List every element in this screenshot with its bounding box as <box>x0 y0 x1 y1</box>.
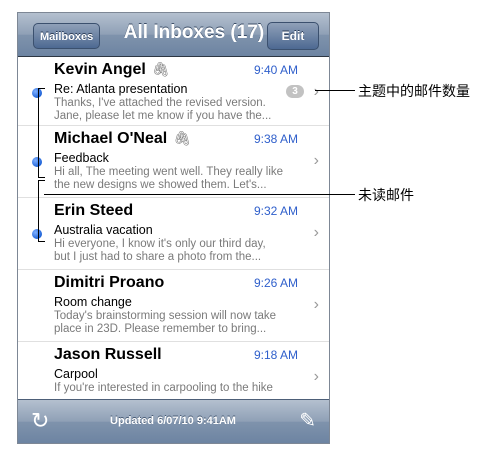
thread-count-annotation: 主题中的邮件数量 <box>358 83 470 99</box>
message-preview: Hi everyone, I know it's only our third … <box>54 238 266 263</box>
chevron-right-icon: › <box>313 224 319 241</box>
message-time: 9:32 AM <box>253 204 298 218</box>
message-preview: Thanks, I've attached the revised versio… <box>54 97 272 122</box>
back-button-label: Mailboxes <box>40 31 94 43</box>
message-row[interactable]: Michael O'Neal 🖇 9:38 AM Feedback Hi all,… <box>18 126 329 198</box>
message-subject: Australia vacation <box>54 223 153 237</box>
message-subject: Room change <box>54 295 132 309</box>
chevron-right-icon: › <box>313 296 319 313</box>
message-subject: Re: Atlanta presentation <box>54 82 188 96</box>
message-row[interactable]: Dimitri Proano 9:26 AM Room change Today… <box>18 270 329 342</box>
message-time: 9:40 AM <box>253 63 298 77</box>
chevron-right-icon: › <box>313 368 319 385</box>
unread-bracket-bottom <box>38 180 45 242</box>
sender-name: Jason Russell <box>54 346 162 363</box>
message-preview: Hi all, The meeting went well. They real… <box>54 166 284 191</box>
message-time: 9:26 AM <box>253 276 298 290</box>
sender-name: Dimitri Proano <box>54 274 165 291</box>
paperclip-icon: 🖇 <box>151 61 170 77</box>
unread-bracket-top <box>38 88 45 178</box>
sender-name: Erin Steed <box>54 202 134 219</box>
bottom-toolbar: ↻ Updated 6/07/10 9:41AM ✎ <box>18 399 329 443</box>
refresh-icon[interactable]: ↻ <box>31 410 49 432</box>
mail-screen: Mailboxes All Inboxes (17) Edit Kevin An… <box>17 12 330 444</box>
page-title: All Inboxes (17) <box>123 22 265 43</box>
chevron-right-icon: › <box>313 83 319 100</box>
message-preview: Today's brainstorming session will now t… <box>54 310 277 335</box>
navigation-bar: Mailboxes All Inboxes (17) Edit <box>18 13 329 57</box>
edit-button[interactable]: Edit <box>267 22 319 50</box>
thread-count-badge: 3 <box>286 85 304 98</box>
message-row[interactable]: Kevin Angel 🖇 9:40 AM Re: Atlanta present… <box>18 57 329 126</box>
updated-status: Updated 6/07/10 9:41AM <box>110 415 236 427</box>
message-row[interactable]: Erin Steed 9:32 AM Australia vacation Hi… <box>18 198 329 270</box>
chevron-right-icon: › <box>313 152 319 169</box>
mailboxes-back-button[interactable]: Mailboxes <box>33 23 101 49</box>
sender-name: Michael O'Neal 🖇 <box>54 130 191 147</box>
compose-icon[interactable]: ✎ <box>299 410 316 432</box>
sender-name: Kevin Angel 🖇 <box>54 61 170 78</box>
message-time: 9:38 AM <box>253 132 298 146</box>
thread-count-callout-line <box>315 90 355 91</box>
message-list: Kevin Angel 🖇 9:40 AM Re: Atlanta present… <box>18 57 329 414</box>
message-subject: Carpool <box>54 367 98 381</box>
message-time: 9:18 AM <box>253 348 298 362</box>
unread-annotation: 未读邮件 <box>358 187 414 203</box>
unread-callout-line <box>44 194 355 195</box>
message-subject: Feedback <box>54 151 109 165</box>
paperclip-icon: 🖇 <box>173 130 191 146</box>
message-preview: If you're interested in carpooling to th… <box>54 382 273 394</box>
